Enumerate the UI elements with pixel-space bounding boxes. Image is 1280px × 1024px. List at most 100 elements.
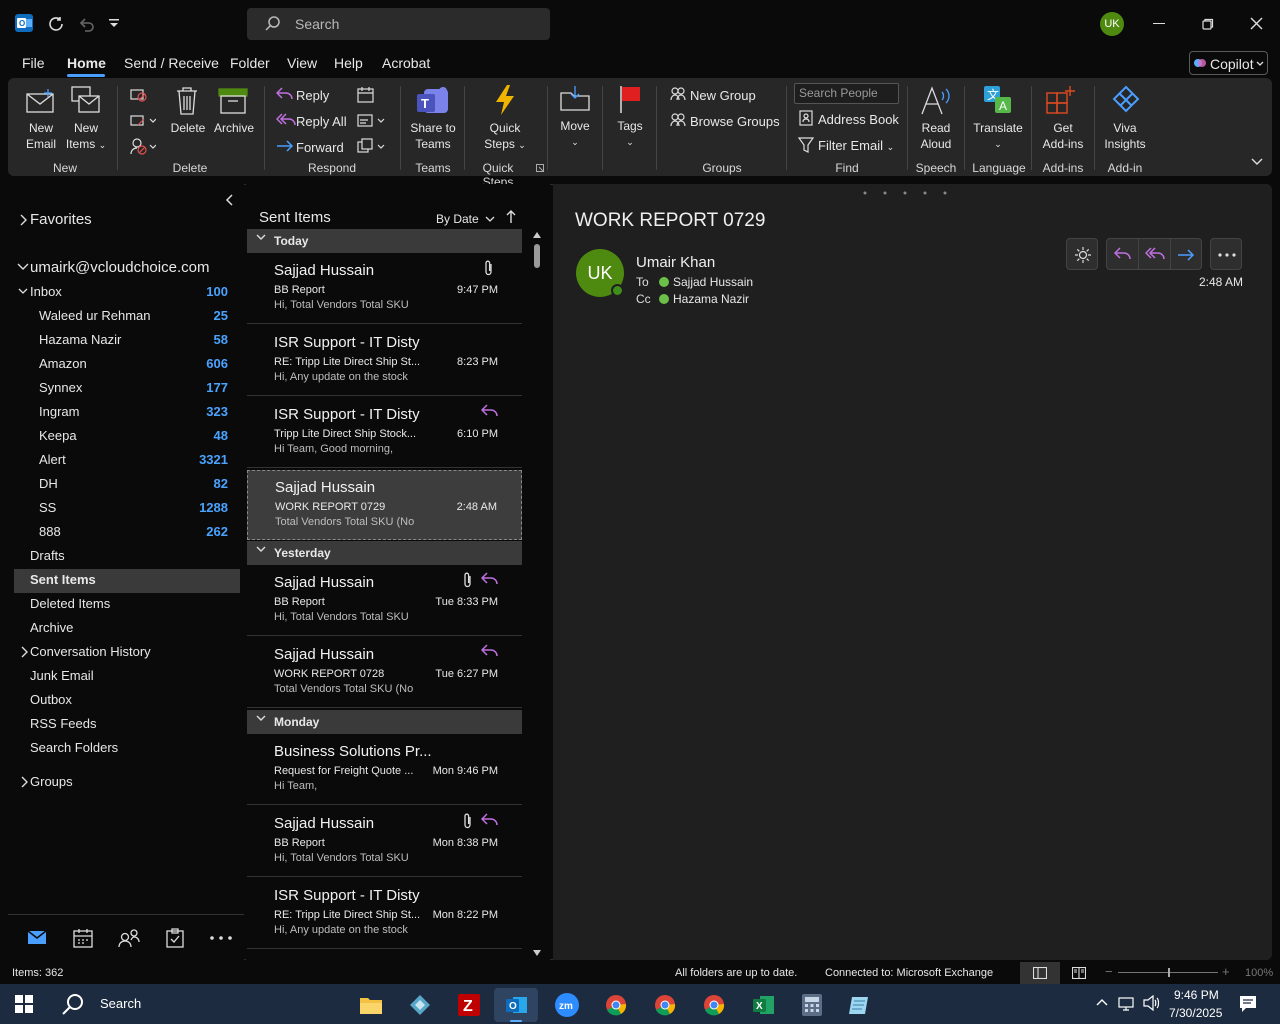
tasks-module-icon[interactable]	[166, 928, 184, 948]
taskbar-search-label[interactable]: Search	[100, 996, 141, 1011]
zoom-out-icon[interactable]: −	[1105, 964, 1113, 979]
folder-888[interactable]: 888	[39, 524, 61, 539]
message-item[interactable]: Sajjad Hussain BB Report Hi, Total Vendors…	[247, 254, 522, 324]
folder-sent-items[interactable]: Sent Items	[30, 572, 96, 587]
user-avatar[interactable]: UK	[1100, 12, 1124, 36]
resize-grip-icon[interactable]	[860, 190, 952, 196]
close-icon[interactable]	[1250, 17, 1263, 30]
tab-acrobat[interactable]: Acrobat	[382, 55, 430, 71]
folder-amazon[interactable]: Amazon	[39, 356, 87, 371]
reading-view-icon[interactable]	[1072, 967, 1086, 979]
cleanup-icon[interactable]	[130, 113, 156, 129]
collapse-ribbon-icon[interactable]	[1251, 158, 1263, 166]
clock-date[interactable]: 7/30/2025	[1169, 1006, 1222, 1020]
forward-icon[interactable]	[1177, 248, 1195, 262]
meeting-reply-icon[interactable]	[357, 86, 375, 104]
taskbar-search-icon[interactable]	[62, 993, 84, 1015]
tags-button[interactable]: Tags ⌄	[610, 118, 650, 150]
tab-send-receive[interactable]: Send / Receive	[124, 55, 219, 71]
more-modules-icon[interactable]	[210, 936, 232, 940]
tab-file[interactable]: File	[22, 55, 45, 71]
zoom-level[interactable]: 100%	[1245, 967, 1273, 979]
folder-drafts[interactable]: Drafts	[30, 548, 65, 563]
calendar-module-icon[interactable]	[73, 928, 93, 948]
collapse-pane-icon[interactable]	[225, 194, 233, 206]
folder-search-folders[interactable]: Search Folders	[30, 740, 118, 755]
tab-home[interactable]: Home	[67, 55, 106, 71]
folder-dh[interactable]: DH	[39, 476, 58, 491]
reply-all-button[interactable]: Reply All	[296, 114, 347, 129]
excel-app[interactable]: X	[741, 988, 785, 1022]
folder-waleed-ur-rehman[interactable]: Waleed ur Rehman	[39, 308, 151, 323]
show-hidden-icons-icon[interactable]	[1096, 998, 1108, 1006]
folder-outbox[interactable]: Outbox	[30, 692, 72, 707]
ignore-icon[interactable]	[130, 87, 148, 103]
chrome-app-3[interactable]	[692, 988, 736, 1022]
chevron-down-icon[interactable]	[17, 263, 29, 271]
to-recipient[interactable]: Sajjad Hussain	[673, 275, 753, 289]
folder-hazama-nazir[interactable]: Hazama Nazir	[39, 332, 121, 347]
sender-name[interactable]: Umair Khan	[636, 254, 715, 271]
reply-icon[interactable]	[1114, 246, 1132, 262]
chrome-app-2[interactable]	[643, 988, 687, 1022]
copilot-button[interactable]: Copilot	[1189, 51, 1268, 75]
favorites-header[interactable]: Favorites	[30, 211, 92, 228]
message-item[interactable]: Sajjad Hussain WORK REPORT 0728 Total Vend…	[247, 638, 522, 708]
message-item[interactable]: Sajjad Hussain BB Report Hi, Total Vendors…	[247, 807, 522, 877]
address-book-button[interactable]: Address Book	[818, 112, 899, 127]
move-button[interactable]: Move ⌄	[554, 118, 596, 150]
delete-button[interactable]: Delete	[168, 120, 208, 136]
reply-all-icon[interactable]	[1145, 246, 1165, 262]
mail-module-icon[interactable]	[27, 929, 47, 945]
notifications-icon[interactable]	[1239, 995, 1257, 1013]
message-item[interactable]: Sajjad Hussain BB Report Hi, Total Vendors…	[247, 566, 522, 636]
new-email-button[interactable]: New Email	[20, 120, 62, 152]
im-reply-icon[interactable]	[357, 112, 387, 130]
folder-archive[interactable]: Archive	[30, 620, 73, 635]
folder-ingram[interactable]: Ingram	[39, 404, 79, 419]
scroll-up-icon[interactable]	[533, 232, 541, 238]
folder-deleted-items[interactable]: Deleted Items	[30, 596, 110, 611]
volume-icon[interactable]	[1143, 995, 1161, 1011]
scroll-down-icon[interactable]	[533, 950, 541, 956]
minimize-icon[interactable]	[1153, 23, 1165, 24]
new-items-button[interactable]: New Items ⌄	[64, 120, 108, 153]
groups-header[interactable]: Groups	[30, 774, 73, 789]
block-sender-icon[interactable]	[130, 138, 156, 156]
scroll-thumb[interactable]	[534, 244, 540, 268]
reply-button[interactable]: Reply	[296, 88, 329, 103]
tab-folder[interactable]: Folder	[230, 55, 270, 71]
diamond-app[interactable]	[398, 988, 442, 1022]
folder-ss[interactable]: SS	[39, 500, 56, 515]
customize-toolbar-icon[interactable]	[108, 18, 120, 28]
archive-button[interactable]: Archive	[211, 120, 257, 136]
chevron-right-icon[interactable]	[19, 214, 27, 226]
folder-keepa[interactable]: Keepa	[39, 428, 77, 443]
dialog-launcher-icon[interactable]	[536, 164, 544, 172]
folder-rss-feeds[interactable]: RSS Feeds	[30, 716, 96, 731]
list-scrollbar[interactable]	[530, 232, 544, 958]
folder-conversation-history[interactable]: Conversation History	[30, 644, 151, 659]
more-actions-button[interactable]	[1210, 238, 1242, 270]
chevron-right-icon[interactable]	[20, 776, 28, 788]
date-group-header[interactable]: Yesterday	[247, 541, 522, 565]
folder-junk-email[interactable]: Junk Email	[30, 668, 94, 683]
outlook-app[interactable]: O	[494, 988, 538, 1022]
sort-direction-icon[interactable]	[506, 210, 516, 224]
date-group-header[interactable]: Monday	[247, 710, 522, 734]
more-respond-icon[interactable]	[357, 138, 387, 156]
message-item[interactable]: Business Solutions Pr... Request for Frei…	[247, 735, 522, 805]
search-people-input[interactable]: Search People	[794, 83, 899, 104]
theme-toggle-button[interactable]	[1066, 238, 1098, 270]
browse-groups-button[interactable]: Browse Groups	[690, 114, 780, 129]
windows-start-icon[interactable]	[15, 995, 33, 1013]
viva-insights-button[interactable]: Viva Insights	[1098, 120, 1152, 152]
message-item[interactable]: ISR Support - IT Disty RE: Tripp Lite Dir…	[247, 326, 522, 396]
message-item[interactable]: ISR Support - IT Disty RE: Tripp Lite Dir…	[247, 879, 522, 949]
sync-icon[interactable]	[47, 15, 65, 33]
quick-steps-button[interactable]: Quick Steps ⌄	[480, 120, 530, 153]
chrome-app-1[interactable]	[594, 988, 638, 1022]
tab-view[interactable]: View	[287, 55, 317, 71]
account-header[interactable]: umairk@vcloudchoice.com	[30, 259, 209, 276]
people-module-icon[interactable]	[118, 928, 140, 948]
